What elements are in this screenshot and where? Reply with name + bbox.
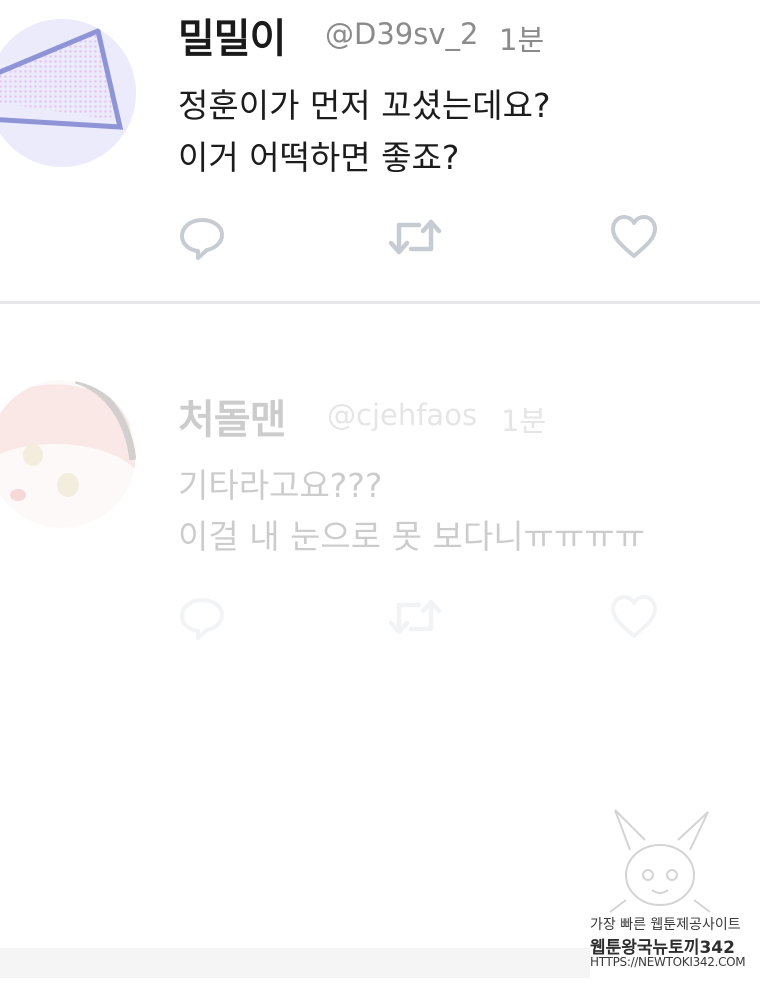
display-name[interactable]: 밀밀이 [178,6,286,64]
retweet-button[interactable] [387,592,442,642]
tweet-text-line: 이거 어떡하면 좋죠? [178,138,460,177]
avatar-image [0,380,136,528]
display-name[interactable]: 처돌맨 [178,387,286,445]
mascot-icon [609,809,711,913]
like-button[interactable] [609,592,659,642]
reply-button[interactable] [177,212,227,262]
tweet-card: 처돌맨 @cjehfaos 1분 기타라고요??? 이걸 내 눈으로 못 보다니… [0,305,760,665]
watermark-tagline: 가장 빠른 웹툰제공사이트 [590,917,741,933]
like-button[interactable] [609,212,659,262]
reply-icon [180,218,224,260]
like-icon [611,215,657,258]
like-icon [611,595,657,638]
timestamp: 1분 [501,404,547,438]
retweet-button[interactable] [387,212,442,262]
reply-button[interactable] [177,592,227,642]
user-handle[interactable]: @D39sv_2 [325,17,478,51]
watermark-url: HTTPS://NEWTOKI342.COM [590,955,746,969]
tweet-text-line: 이걸 내 눈으로 못 보다니ㅠㅠㅠㅠ [178,517,645,556]
avatar-image [0,19,136,167]
avatar[interactable] [0,19,136,167]
avatar[interactable] [0,380,136,528]
retweet-icon [388,599,442,635]
tweet-divider [0,301,760,304]
timestamp: 1분 [499,23,545,57]
faded-background-strip [0,938,590,990]
tweet-text-line: 기타라고요??? [178,466,383,505]
user-handle[interactable]: @cjehfaos [327,398,477,432]
retweet-icon [388,219,442,255]
faded-pattern [0,948,590,978]
reply-icon [180,598,224,640]
watermark: 가장 빠른 웹툰제공사이트 웹툰왕국뉴토끼342 HTTPS://NEWTOKI… [590,800,746,980]
tweet-text-line: 정훈이가 먼저 꼬셨는데요? [178,86,551,125]
tweet-card: 밀밀이 @D39sv_2 1분 정훈이가 먼저 꼬셨는데요? 이거 어떡하면 좋… [0,0,760,303]
